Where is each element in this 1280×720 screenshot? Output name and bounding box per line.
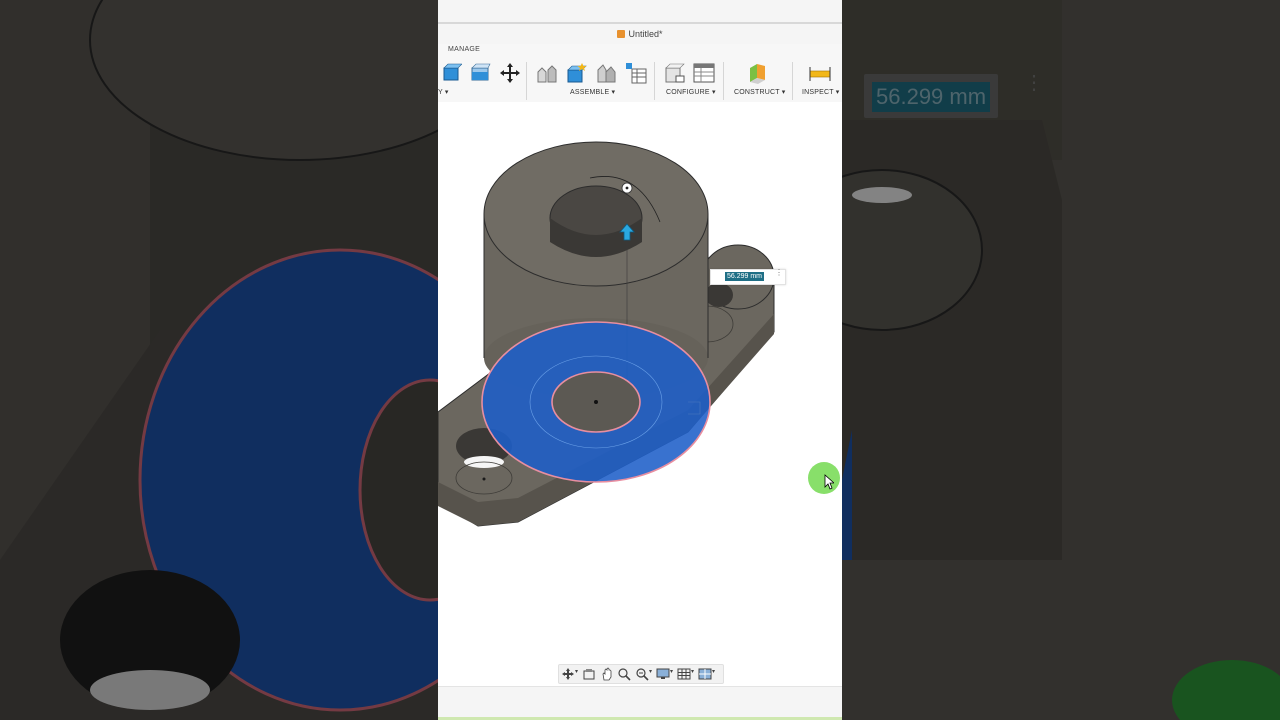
dimension-value[interactable]: 56.299 mm [725, 272, 765, 281]
orbit-icon[interactable] [561, 667, 575, 681]
measure-icon[interactable] [809, 62, 831, 84]
tab-manage[interactable]: MANAGE [448, 46, 480, 53]
orbit-dropdown-icon[interactable]: ▾ [575, 668, 578, 675]
pan-icon[interactable] [600, 667, 614, 681]
plane-icon[interactable] [747, 62, 769, 84]
ribbon-separator [654, 62, 655, 100]
configure-icon[interactable] [664, 62, 686, 84]
viewports-icon[interactable] [698, 667, 712, 681]
document-title: Untitled* [628, 29, 663, 39]
group-assemble-label[interactable]: ASSEMBLE ▾ [570, 88, 615, 96]
bottom-strip [438, 686, 842, 720]
zoom-icon[interactable] [617, 667, 631, 681]
right-hole[interactable] [705, 283, 733, 307]
top-strip [438, 0, 842, 24]
kebab-menu-icon[interactable]: ⋮ [775, 269, 783, 277]
grid-settings-icon[interactable] [677, 667, 691, 681]
model-canvas[interactable] [438, 102, 842, 686]
group-construct-label[interactable]: CONSTRUCT ▾ [734, 88, 785, 96]
display-dropdown-icon[interactable]: ▾ [670, 668, 673, 675]
bill-of-materials-icon[interactable] [625, 62, 647, 84]
canvas-viewport[interactable]: 56.299 mm ⋮ ▾ ▾ ▾ ▾ ▾ [438, 102, 842, 686]
fusion-app-window: Untitled* MANAGE Y ▾ ASSEMBLE ▾ CONFIGUR… [438, 0, 842, 720]
as-built-joint-icon[interactable] [595, 62, 617, 84]
grid-dropdown-icon[interactable]: ▾ [691, 668, 694, 675]
left-hole-center [482, 477, 486, 481]
navigation-bar: ▾ ▾ ▾ ▾ ▾ [558, 664, 724, 684]
move-icon[interactable] [499, 62, 521, 84]
fillet-icon[interactable] [470, 62, 492, 84]
dimension-input-box[interactable]: 56.299 mm ⋮ [710, 269, 786, 285]
joint-icon[interactable] [536, 62, 558, 84]
group-modify-label[interactable]: Y ▾ [438, 88, 449, 96]
look-at-icon[interactable] [582, 667, 596, 681]
viewports-dropdown-icon[interactable]: ▾ [712, 668, 715, 675]
zoom-dropdown-icon[interactable]: ▾ [649, 668, 652, 675]
zoom-window-icon[interactable] [635, 667, 649, 681]
toolbar-ribbon: MANAGE Y ▾ ASSEMBLE ▾ CONFIGURE ▾ CONSTR… [438, 44, 842, 103]
document-icon [617, 30, 626, 38]
ribbon-separator [792, 62, 793, 100]
press-pull-icon[interactable] [440, 62, 462, 84]
ribbon-separator [723, 62, 724, 100]
title-bar: Untitled* [438, 24, 842, 44]
mouse-cursor-icon [824, 474, 834, 490]
configuration-table-icon[interactable] [693, 62, 715, 84]
display-settings-icon[interactable] [656, 667, 670, 681]
profile-center-point [594, 400, 598, 404]
new-component-icon[interactable] [565, 62, 587, 84]
group-configure-label[interactable]: CONFIGURE ▾ [666, 88, 716, 96]
group-inspect-label[interactable]: INSPECT ▾ [802, 88, 839, 96]
ribbon-separator [526, 62, 527, 100]
